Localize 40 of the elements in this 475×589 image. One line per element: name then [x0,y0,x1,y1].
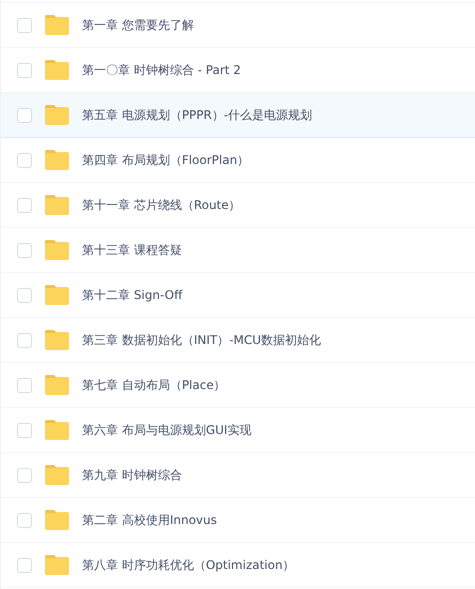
file-name: 第四章 布局规划（FloorPlan） [82,152,250,169]
folder-icon [44,149,70,171]
file-name: 第三章 数据初始化（INIT）-MCU数据初始化 [82,332,322,349]
file-name: 第九章 时钟树综合 [82,467,182,484]
file-name: 第二章 高校使用Innovus [82,512,217,529]
checkbox[interactable] [17,18,32,32]
file-name: 第七章 自动布局（Place） [82,377,226,394]
checkbox[interactable] [17,198,32,212]
file-name: 第八章 时序功耗优化（Optimization） [82,557,295,574]
file-name: 第一章 您需要先了解 [82,17,194,34]
checkbox[interactable] [17,422,32,438]
checkbox[interactable] [17,152,32,168]
folder-icon [44,554,70,576]
checkbox[interactable] [17,108,32,122]
folder-icon [44,59,70,81]
file-name: 第五章 电源规划（PPPR）-什么是电源规划 [82,107,312,124]
file-name: 第六章 布局与电源规划GUI实现 [82,422,252,439]
file-name: 第十二章 Sign-Off [82,287,182,304]
checkbox[interactable] [17,288,32,302]
folder-icon [44,104,70,126]
folder-icon [44,509,70,531]
checkbox[interactable] [17,242,32,258]
checkbox[interactable] [17,332,32,348]
folder-icon [44,239,70,261]
file-name: 第十一章 芯片绕线（Route） [82,197,241,214]
file-name: 第十三章 课程答疑 [82,242,182,259]
folder-icon [44,464,70,486]
file-name: 第一〇章 时钟树综合 - Part 2 [82,62,241,79]
folder-icon [44,284,70,306]
folder-icon [44,329,70,351]
checkbox[interactable] [17,378,32,392]
folder-icon [44,14,70,36]
checkbox[interactable] [17,468,32,482]
folder-icon [44,374,70,396]
checkbox[interactable] [17,62,32,78]
checkbox[interactable] [17,558,32,572]
folder-icon [44,194,70,216]
file-row[interactable]: 第五章 电源规划（PPPR）-什么是电源规划 [1,93,475,138]
checkbox[interactable] [17,512,32,528]
folder-icon [44,419,70,441]
